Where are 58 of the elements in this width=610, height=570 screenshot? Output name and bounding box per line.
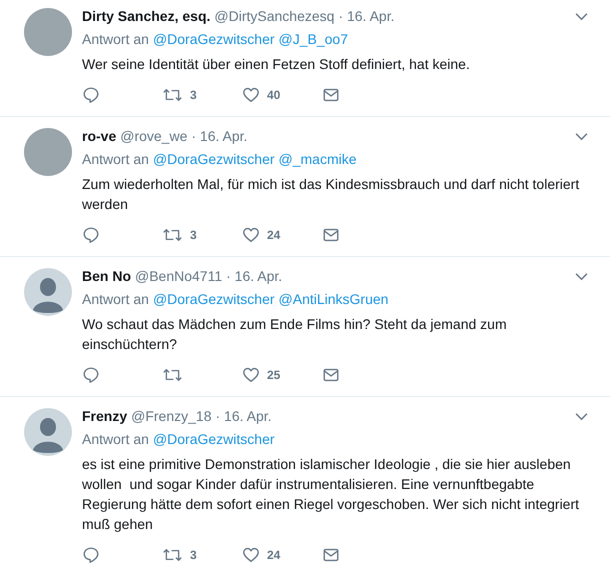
- retweet-count: 3: [190, 548, 197, 562]
- heart-icon[interactable]: [242, 366, 260, 384]
- chevron-down-icon[interactable]: [575, 272, 588, 280]
- user-name[interactable]: Frenzy: [82, 406, 128, 426]
- mention-link[interactable]: @_macmike: [278, 149, 357, 169]
- chevron-down-icon[interactable]: [575, 12, 588, 20]
- user-name[interactable]: Dirty Sanchez, esq.: [82, 6, 210, 26]
- reply-icon[interactable]: [82, 226, 100, 244]
- avatar-photo-placeholder[interactable]: [24, 8, 72, 56]
- retweet-count: 3: [190, 88, 197, 102]
- retweet-icon[interactable]: [162, 546, 183, 564]
- tweet-text: Wo schaut das Mädchen zum Ende Films hin? Steht da jemand zum einschüchtern?: [82, 315, 508, 354]
- tweet-date[interactable]: · 16. Apr.: [191, 126, 248, 146]
- retweet-icon[interactable]: [162, 86, 183, 104]
- like-count: 40: [267, 88, 280, 102]
- tweet-date[interactable]: · 16. Apr.: [215, 406, 272, 426]
- retweet-count: 3: [190, 228, 197, 242]
- mention-link[interactable]: @AntiLinksGruen: [278, 289, 388, 309]
- tweet-date[interactable]: · 16. Apr.: [226, 266, 282, 286]
- tweet-text: es ist eine primitive Demonstration islamischer Ideologie , die sie hier ausleben wollen und sogar Kinder dafür instrumentalisieren. Eine vernunftbegabte Regierung hätte dem sofort einen Riegel vorgeschoben. Wer sich nicht integriert muß gehen: [82, 455, 580, 534]
- chevron-down-icon[interactable]: [575, 412, 588, 420]
- heart-icon[interactable]: [242, 86, 260, 104]
- default-avatar-icon[interactable]: [24, 268, 72, 316]
- user-handle[interactable]: @Frenzy_18: [131, 406, 212, 426]
- user-name[interactable]: ro-ve: [82, 126, 116, 146]
- retweet-icon[interactable]: [162, 226, 183, 244]
- tweet-date[interactable]: · 16. Apr.: [338, 6, 394, 26]
- envelope-icon[interactable]: [322, 226, 340, 244]
- chevron-down-icon[interactable]: [575, 132, 588, 140]
- retweet-icon[interactable]: [162, 366, 183, 384]
- user-handle[interactable]: @rove_we: [120, 126, 188, 146]
- tweet-text: Zum wiederholten Mal, für mich ist das Kindesmissbrauch und darf nicht toleriert werden: [82, 175, 580, 214]
- like-count: 25: [267, 368, 280, 382]
- avatar-photo-placeholder[interactable]: [24, 128, 72, 176]
- heart-icon[interactable]: [242, 226, 260, 244]
- mention-link[interactable]: @DoraGezwitscher: [152, 29, 275, 49]
- reply-label: Antwort an: [82, 30, 149, 49]
- envelope-icon[interactable]: [322, 86, 340, 104]
- reply-label: Antwort an: [82, 430, 149, 449]
- mention-link[interactable]: @DoraGezwitscher: [152, 289, 275, 309]
- user-handle[interactable]: @BenNo4711: [135, 266, 222, 286]
- reply-label: Antwort an: [82, 290, 149, 309]
- default-avatar-icon[interactable]: [24, 408, 72, 456]
- user-handle[interactable]: @DirtySanchezesq: [214, 6, 334, 26]
- reply-icon[interactable]: [82, 366, 100, 384]
- like-count: 24: [267, 228, 280, 242]
- tweet-text: Wer seine Identität über einen Fetzen Stoff definiert, hat keine.: [82, 55, 471, 74]
- heart-icon[interactable]: [242, 546, 260, 564]
- mention-link[interactable]: @DoraGezwitscher: [152, 149, 275, 169]
- reply-icon[interactable]: [82, 86, 100, 104]
- envelope-icon[interactable]: [322, 546, 340, 564]
- like-count: 24: [267, 548, 280, 562]
- envelope-icon[interactable]: [322, 366, 340, 384]
- reply-icon[interactable]: [82, 546, 100, 564]
- reply-label: Antwort an: [82, 150, 149, 169]
- mention-link[interactable]: @DoraGezwitscher: [152, 429, 275, 449]
- user-name[interactable]: Ben No: [82, 266, 131, 286]
- mention-link[interactable]: @J_B_oo7: [278, 29, 348, 49]
